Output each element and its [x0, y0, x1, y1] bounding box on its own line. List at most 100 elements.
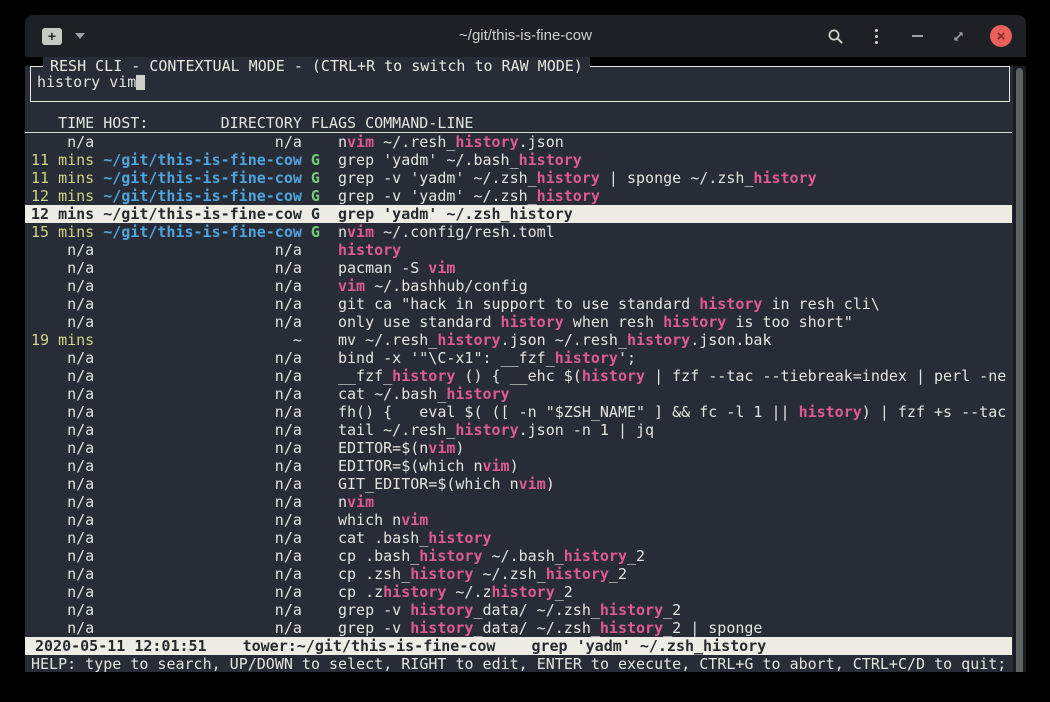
- row-directory: n/a: [103, 511, 302, 529]
- row-time: n/a: [31, 421, 94, 439]
- row-directory: n/a: [103, 493, 302, 511]
- help-line: HELP: type to search, UP/DOWN to select,…: [25, 655, 1012, 672]
- history-row[interactable]: 12 mins~/git/this-is-fine-cowGgrep 'yadm…: [25, 205, 1012, 223]
- history-row[interactable]: n/a n/a fh() { eval $( ([ -n "$ZSH_NAME" ]…: [25, 403, 1012, 421]
- history-row[interactable]: n/an/acp .zsh_history ~/.zsh_history_2: [25, 565, 1012, 583]
- new-tab-icon: +: [48, 29, 56, 43]
- titlebar: + ~/git/this-is-fine-cow: [25, 15, 1026, 57]
- row-flags: G: [311, 223, 338, 241]
- resh-search-panel: RESH CLI - CONTEXTUAL MODE - (CTRL+R to …: [30, 66, 1010, 102]
- row-command: grep 'yadm' ~/.bash_history: [338, 151, 582, 169]
- row-command: history: [338, 241, 401, 259]
- row-directory: ~/git/this-is-fine-cow: [103, 169, 302, 187]
- row-directory: n/a: [103, 403, 302, 421]
- row-time: n/a: [31, 313, 94, 331]
- status-command: grep 'yadm' ~/.zsh_history: [531, 637, 766, 655]
- history-row[interactable]: n/an/aGIT_EDITOR=$(which nvim): [25, 475, 1012, 493]
- row-command: grep -v history_data/ ~/.zsh_history_2 |…: [338, 619, 762, 637]
- row-time: n/a: [31, 439, 94, 457]
- row-time: n/a: [31, 601, 94, 619]
- scrollbar-thumb[interactable]: [1016, 68, 1023, 672]
- new-tab-button[interactable]: +: [42, 28, 62, 45]
- history-row[interactable]: n/an/agrep -v history_data/ ~/.zsh_histo…: [25, 619, 1012, 637]
- row-time: 11 mins: [31, 169, 94, 187]
- row-directory: n/a: [103, 547, 302, 565]
- help-text: HELP: type to search, UP/DOWN to select,…: [31, 655, 1006, 672]
- row-command: cat .bash_history: [338, 529, 492, 547]
- history-row[interactable]: n/an/abind -x '"\C-x1": __fzf_history';: [25, 349, 1012, 367]
- row-directory: n/a: [103, 475, 302, 493]
- row-command: bind -x '"\C-x1": __fzf_history';: [338, 349, 636, 367]
- history-row[interactable]: n/an/acat ~/.bash_history: [25, 385, 1012, 403]
- terminal-window: + ~/git/this-is-fine-cow: [25, 15, 1026, 672]
- row-command: fh() { eval $( ([ -n "$ZSH_NAME" ] && fc…: [338, 403, 1006, 421]
- row-time: n/a: [31, 367, 94, 385]
- history-row[interactable]: n/an/acat .bash_history: [25, 529, 1012, 547]
- history-row[interactable]: 11 mins~/git/this-is-fine-cowGgrep 'yadm…: [25, 151, 1012, 169]
- close-button[interactable]: ×: [990, 25, 1012, 47]
- history-row[interactable]: 12 mins ~/git/this-is-fine-cow Ggrep -v 'y…: [25, 187, 1012, 205]
- history-row[interactable]: n/an/awhich nvim: [25, 511, 1012, 529]
- row-time: n/a: [31, 619, 94, 637]
- row-command: EDITOR=$(nvim): [338, 439, 464, 457]
- screen: + ~/git/this-is-fine-cow: [0, 0, 1050, 702]
- row-directory: n/a: [103, 457, 302, 475]
- row-directory: ~: [103, 331, 302, 349]
- row-flags: G: [311, 187, 338, 205]
- history-table: TIMEHOST:DIRECTORYFLAGS COMMAND-LINE n/a…: [25, 114, 1012, 672]
- history-row[interactable]: 19 mins ~ mv ~/.resh_history.json ~/.resh_…: [25, 331, 1012, 349]
- history-row[interactable]: n/an/acp .bash_history ~/.bash_history_2: [25, 547, 1012, 565]
- row-directory: n/a: [103, 565, 302, 583]
- chevron-down-icon[interactable]: [75, 33, 85, 39]
- history-row[interactable]: n/an/apacman -S vim: [25, 259, 1012, 277]
- history-row[interactable]: n/an/agrep -v history_data/ ~/.zsh_histo…: [25, 601, 1012, 619]
- row-command: mv ~/.resh_history.json ~/.resh_history.…: [338, 331, 772, 349]
- row-directory: ~/git/this-is-fine-cow: [103, 187, 302, 205]
- row-command: nvim ~/.resh_history.json: [338, 133, 564, 151]
- history-row[interactable]: n/an/agit ca "hack in support to use sta…: [25, 295, 1012, 313]
- row-command: __fzf_history () { __ehc $(history | fzf…: [338, 367, 1006, 385]
- history-row[interactable]: n/a n/a vim ~/.bashhub/config: [25, 277, 1012, 295]
- history-row[interactable]: n/an/acp .zhistory ~/.zhistory_2: [25, 583, 1012, 601]
- history-row[interactable]: n/an/anvim ~/.resh_history.json: [25, 133, 1012, 151]
- table-header: TIMEHOST:DIRECTORYFLAGS COMMAND-LINE: [25, 114, 1012, 133]
- row-time: 12 mins: [31, 187, 94, 205]
- row-time: n/a: [31, 403, 94, 421]
- restore-button[interactable]: [949, 27, 967, 45]
- row-directory: n/a: [103, 277, 302, 295]
- row-time: n/a: [31, 295, 94, 313]
- row-time: n/a: [31, 241, 94, 259]
- history-row[interactable]: n/an/a__fzf_history () { __ehc $(history…: [25, 367, 1012, 385]
- search-button[interactable]: [826, 27, 844, 45]
- row-directory: ~/git/this-is-fine-cow: [103, 205, 302, 223]
- history-row[interactable]: n/an/aonly use standard history when res…: [25, 313, 1012, 331]
- row-time: 19 mins: [31, 331, 94, 349]
- row-directory: n/a: [103, 349, 302, 367]
- row-time: n/a: [31, 493, 94, 511]
- row-time: n/a: [31, 277, 94, 295]
- history-row[interactable]: 15 mins~/git/this-is-fine-cowGnvim ~/.co…: [25, 223, 1012, 241]
- search-icon: [827, 28, 844, 45]
- row-directory: n/a: [103, 259, 302, 277]
- row-command: grep -v 'yadm' ~/.zsh_history | sponge ~…: [338, 169, 817, 187]
- row-command: grep -v history_data/ ~/.zsh_history_2: [338, 601, 681, 619]
- row-time: n/a: [31, 565, 94, 583]
- resh-mode-legend: RESH CLI - CONTEXTUAL MODE - (CTRL+R to …: [43, 57, 590, 75]
- header-directory: DIRECTORY: [221, 114, 302, 132]
- row-command: cat ~/.bash_history: [338, 385, 510, 403]
- history-row[interactable]: n/an/aEDITOR=$(nvim): [25, 439, 1012, 457]
- history-row[interactable]: n/an/ahistory: [25, 241, 1012, 259]
- history-row[interactable]: n/an/anvim: [25, 493, 1012, 511]
- row-command: grep -v 'yadm' ~/.zsh_history: [338, 187, 600, 205]
- minimize-icon: [912, 35, 923, 37]
- menu-button[interactable]: [867, 27, 885, 45]
- terminal-content: RESH CLI - CONTEXTUAL MODE - (CTRL+R to …: [25, 66, 1026, 672]
- row-command: vim ~/.bashhub/config: [338, 277, 528, 295]
- row-directory: n/a: [103, 583, 302, 601]
- kebab-dot: [875, 35, 878, 38]
- minimize-button[interactable]: [908, 27, 926, 45]
- history-row[interactable]: 11 mins~/git/this-is-fine-cowGgrep -v 'y…: [25, 169, 1012, 187]
- history-row[interactable]: n/an/aEDITOR=$(which nvim): [25, 457, 1012, 475]
- row-time: 11 mins: [31, 151, 94, 169]
- history-row[interactable]: n/an/atail ~/.resh_history.json -n 1 | j…: [25, 421, 1012, 439]
